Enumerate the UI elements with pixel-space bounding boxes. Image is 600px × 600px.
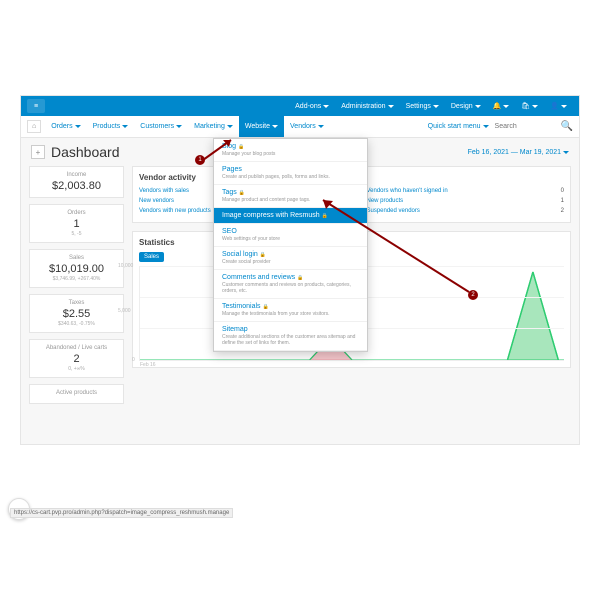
annotation-marker-1: 1 bbox=[195, 155, 205, 165]
lock-icon: 🔒 bbox=[322, 213, 328, 219]
annotation-marker-2: 2 bbox=[468, 290, 478, 300]
home-button[interactable]: ⌂ bbox=[27, 120, 41, 133]
user-icon[interactable]: 👤 bbox=[544, 102, 573, 110]
add-button[interactable]: + bbox=[31, 145, 45, 159]
stats-sidebar: Income$2,003.80 Orders15, -5 Sales$10,019.… bbox=[29, 166, 124, 404]
lock-icon: 🔒 bbox=[239, 190, 245, 196]
menu-orders[interactable]: Orders bbox=[45, 116, 86, 137]
dropdown-item[interactable]: SEOWeb settings of your store bbox=[214, 224, 367, 247]
dropdown-item[interactable]: Testimonials🔒Manage the testimonials fro… bbox=[214, 299, 367, 322]
menu-marketing[interactable]: Marketing bbox=[188, 116, 239, 137]
search-input[interactable] bbox=[495, 123, 555, 130]
menubar: ⌂ Orders Products Customers Marketing We… bbox=[21, 116, 579, 138]
vendor-stat-link[interactable]: New products1 bbox=[367, 196, 565, 206]
vendor-stat-link[interactable]: Suspended vendors2 bbox=[367, 206, 565, 216]
admin-app: ≡ Add-ons Administration Settings Design… bbox=[20, 95, 580, 445]
stat-card[interactable]: Active products bbox=[29, 384, 124, 404]
date-range-picker[interactable]: Feb 16, 2021 — Mar 19, 2021 bbox=[468, 149, 569, 156]
topnav-addons[interactable]: Add-ons bbox=[289, 103, 335, 110]
menu-website[interactable]: Website bbox=[239, 116, 284, 137]
dropdown-item[interactable]: Comments and reviews🔒Customer comments a… bbox=[214, 270, 367, 299]
lock-icon: 🔒 bbox=[263, 304, 269, 310]
topnav-settings[interactable]: Settings bbox=[400, 103, 445, 110]
menu-vendors[interactable]: Vendors bbox=[284, 116, 330, 137]
lock-icon: 🔒 bbox=[297, 275, 303, 281]
vendor-stat-link[interactable]: Vendors who haven't signed in0 bbox=[367, 186, 565, 196]
dropdown-item[interactable]: Social login🔒Create social provider bbox=[214, 247, 367, 270]
dropdown-item[interactable]: Tags🔒Manage product and content page tag… bbox=[214, 185, 367, 208]
sales-toggle[interactable]: Sales bbox=[139, 252, 164, 262]
stat-card[interactable]: Abandoned / Live carts20, +∞% bbox=[29, 339, 124, 378]
status-bar-url: https://cs-cart.pvp.pro/admin.php?dispat… bbox=[10, 508, 233, 518]
lock-icon: 🔒 bbox=[260, 252, 266, 258]
cart-icon[interactable]: 🛍 bbox=[515, 102, 544, 110]
website-dropdown: Blog🔒Manage your blog postsPagesCreate a… bbox=[213, 138, 368, 352]
page-title: Dashboard bbox=[51, 144, 120, 160]
topbar: ≡ Add-ons Administration Settings Design… bbox=[21, 96, 579, 116]
dropdown-item[interactable]: Blog🔒Manage your blog posts bbox=[214, 139, 367, 162]
stat-card[interactable]: Taxes$2.55$340.63, -0.75% bbox=[29, 294, 124, 333]
quick-start-menu[interactable]: Quick start menu bbox=[428, 123, 489, 130]
logo-box[interactable]: ≡ bbox=[27, 99, 45, 113]
search-icon[interactable]: 🔍 bbox=[561, 121, 573, 132]
menu-products[interactable]: Products bbox=[87, 116, 135, 137]
dropdown-item[interactable]: SitemapCreate additional sections of the… bbox=[214, 322, 367, 351]
stat-card[interactable]: Sales$10,019.00$3,746.99, +267.40% bbox=[29, 249, 124, 288]
menu-customers[interactable]: Customers bbox=[134, 116, 188, 137]
dropdown-item[interactable]: Image compress with Resmush🔒 bbox=[214, 208, 367, 224]
stat-card[interactable]: Orders15, -5 bbox=[29, 204, 124, 243]
stat-card[interactable]: Income$2,003.80 bbox=[29, 166, 124, 198]
topnav-design[interactable]: Design bbox=[445, 103, 487, 110]
notifications-icon[interactable]: 🔔 bbox=[487, 102, 516, 110]
topnav-administration[interactable]: Administration bbox=[335, 103, 399, 110]
lock-icon: 🔒 bbox=[238, 144, 244, 150]
dropdown-item[interactable]: PagesCreate and publish pages, polls, fo… bbox=[214, 162, 367, 185]
